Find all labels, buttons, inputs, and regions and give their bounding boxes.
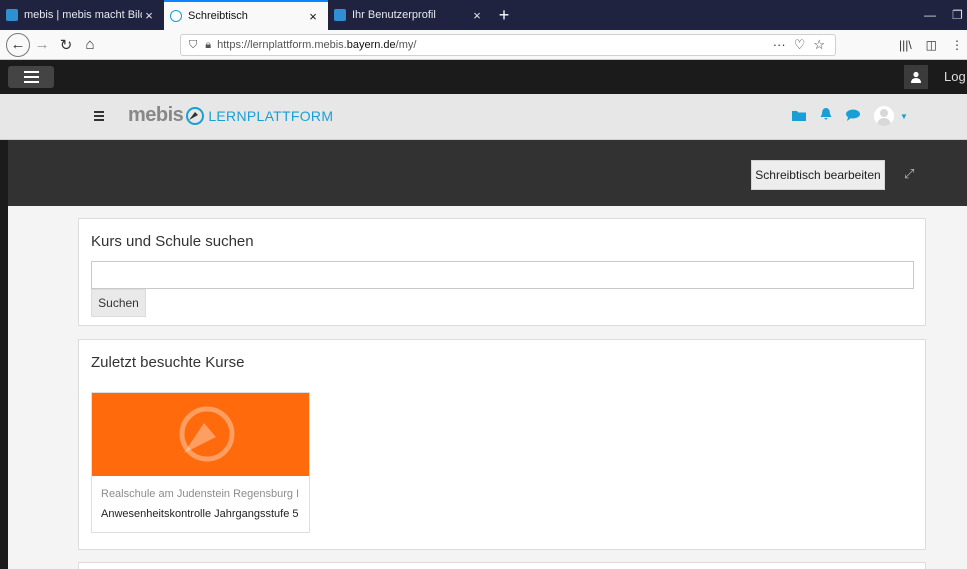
mebis-swoosh-icon bbox=[186, 106, 205, 125]
url-prefix: https://lernplattform.mebis. bbox=[217, 39, 347, 51]
course-card[interactable]: Realschule am Judenstein Regensburg I An… bbox=[91, 392, 310, 533]
site-top-bar: Log bbox=[0, 60, 967, 94]
forward-icon[interactable]: → bbox=[30, 33, 54, 57]
shield-icon[interactable]: ⛉ bbox=[189, 39, 197, 52]
chevron-down-icon[interactable]: ▼ bbox=[900, 112, 908, 121]
url-bar[interactable]: ⛉ 🔒︎ https://lernplattform.mebis. bayern.… bbox=[180, 34, 836, 56]
header-actions: ▼ bbox=[792, 106, 908, 126]
block-title: Kurs und Schule suchen bbox=[91, 233, 254, 250]
person-icon bbox=[911, 71, 921, 83]
browser-nav-bar: ← → ↻ ⌂ ⛉ 🔒︎ https://lernplattform.mebis… bbox=[0, 30, 967, 60]
chat-glyph bbox=[846, 109, 860, 121]
browser-tab-schreibtisch[interactable]: Schreibtisch × bbox=[164, 0, 328, 30]
search-button[interactable]: Suchen bbox=[91, 289, 146, 317]
tab-title: mebis | mebis macht Bildung d bbox=[24, 9, 142, 21]
bookmark-star-icon[interactable]: ☆ bbox=[813, 37, 825, 53]
menu-line bbox=[23, 71, 39, 73]
course-name[interactable]: Anwesenheitskontrolle Jahrgangsstufe 5 bbox=[101, 508, 299, 520]
edit-dashboard-button[interactable]: Schreibtisch bearbeiten bbox=[751, 160, 885, 190]
browser-tab-mebis[interactable]: mebis | mebis macht Bildung d × bbox=[0, 0, 164, 30]
lock-icon: 🔒︎ bbox=[205, 38, 212, 51]
mebis-watermark-icon bbox=[179, 406, 235, 462]
next-block bbox=[78, 562, 926, 569]
notifications-bell-icon[interactable] bbox=[820, 108, 832, 124]
overflow-icon[interactable]: ⋮ bbox=[951, 38, 963, 52]
bell-glyph bbox=[820, 108, 832, 120]
recent-courses-block: Zuletzt besuchte Kurse Realschule am Jud… bbox=[78, 339, 926, 550]
tab-title: Ihr Benutzerprofil bbox=[352, 9, 436, 21]
menu-line bbox=[23, 81, 39, 83]
close-icon[interactable]: × bbox=[470, 8, 484, 23]
menu-line bbox=[94, 111, 104, 113]
mebis-logo[interactable]: mebis LERNPLATTFORM bbox=[128, 104, 333, 127]
back-icon[interactable]: ← bbox=[6, 32, 30, 57]
menu-line bbox=[23, 76, 39, 78]
course-category: Realschule am Judenstein Regensburg I bbox=[101, 488, 300, 500]
url-domain: bayern.de bbox=[346, 39, 396, 51]
page-actions-icon[interactable]: ··· bbox=[773, 37, 786, 53]
menu-line bbox=[94, 119, 104, 121]
course-image[interactable] bbox=[92, 393, 309, 476]
close-icon[interactable]: × bbox=[306, 9, 320, 24]
site-menu-button[interactable] bbox=[8, 66, 54, 88]
mebis-logo-favicon-icon bbox=[170, 10, 182, 22]
user-icon[interactable] bbox=[904, 65, 928, 89]
new-tab-button[interactable]: + bbox=[492, 0, 516, 30]
block-title: Zuletzt besuchte Kurse bbox=[91, 354, 245, 371]
expand-icon[interactable]: ⤢ bbox=[904, 166, 914, 182]
reload-icon[interactable]: ↻ bbox=[54, 33, 78, 57]
course-search-input[interactable] bbox=[91, 261, 914, 289]
sidebar-icon[interactable]: ◫ bbox=[926, 38, 937, 52]
mebis-favicon-icon bbox=[334, 9, 346, 21]
pocket-icon[interactable]: ♡ bbox=[794, 37, 806, 53]
tab-title: Schreibtisch bbox=[188, 10, 248, 22]
nav-drawer-toggle-icon[interactable] bbox=[94, 111, 104, 121]
home-icon[interactable]: ⌂ bbox=[78, 33, 102, 57]
mebis-header: mebis LERNPLATTFORM ▼ bbox=[0, 94, 967, 140]
browser-tab-benutzerprofil[interactable]: Ihr Benutzerprofil × bbox=[328, 0, 492, 30]
page-left-border bbox=[0, 140, 8, 569]
minimize-icon[interactable]: — bbox=[924, 0, 936, 30]
close-icon[interactable]: × bbox=[142, 8, 156, 23]
folder-glyph bbox=[792, 111, 806, 121]
restore-icon[interactable]: ❐ bbox=[952, 0, 963, 30]
avatar[interactable] bbox=[874, 106, 894, 126]
url-suffix: /my/ bbox=[395, 39, 417, 51]
folder-icon[interactable] bbox=[792, 108, 806, 124]
login-link[interactable]: Log bbox=[944, 69, 966, 84]
logo-word: mebis bbox=[128, 104, 184, 126]
browser-tab-strip: mebis | mebis macht Bildung d × Schreibt… bbox=[0, 0, 967, 30]
menu-line bbox=[94, 115, 104, 117]
mebis-favicon-icon bbox=[6, 9, 18, 21]
messages-chat-icon[interactable] bbox=[846, 108, 860, 124]
course-search-block: Kurs und Schule suchen Suchen bbox=[78, 218, 926, 326]
logo-suffix: LERNPLATTFORM bbox=[208, 107, 334, 124]
library-icon[interactable]: |||\ bbox=[899, 38, 912, 52]
